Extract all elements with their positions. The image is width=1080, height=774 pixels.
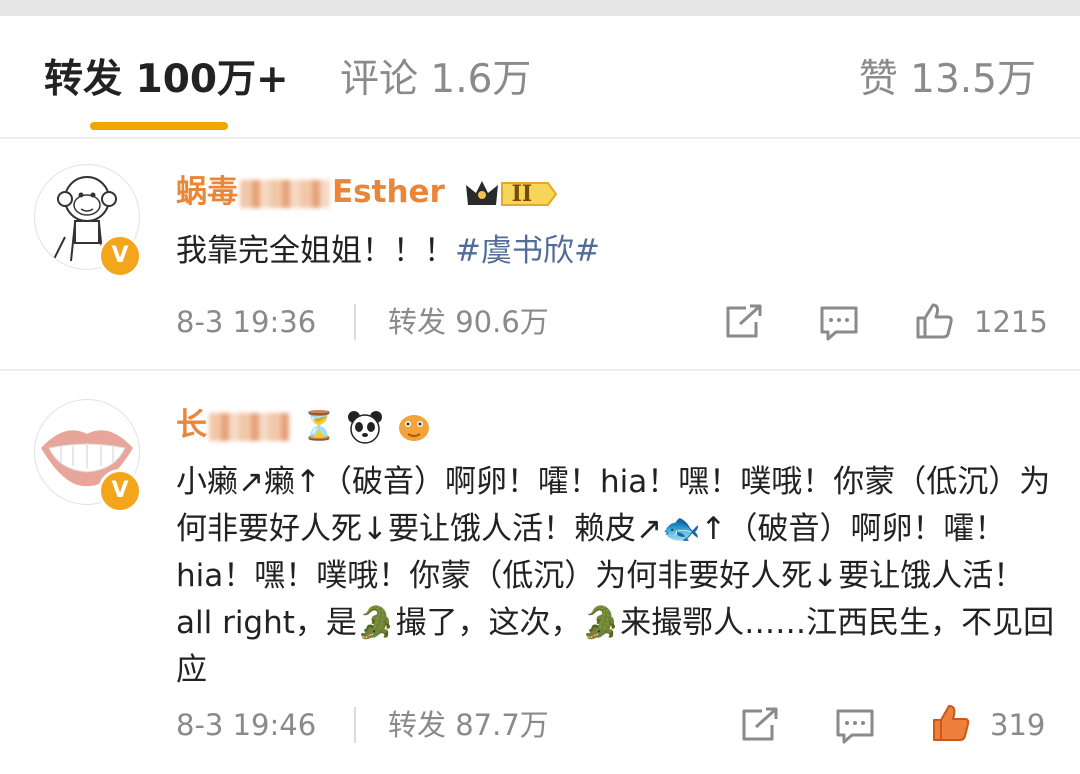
comment-item: V 长 ⏳ 小癞↗癞↑（破音）啊卵！嚯！hia！嘿！噗哦！你蒙（低沉）为何非要好… [0, 371, 1080, 774]
username-prefix: 长 [176, 407, 207, 443]
tab-repost[interactable]: 转发 100万+ [44, 56, 289, 104]
username[interactable]: 蜗毒 Esther II [176, 172, 558, 212]
verified-badge-icon: V [98, 469, 142, 513]
comment-body: 我靠完全姐姐！！！ [176, 233, 455, 269]
vip-level-text: II [511, 180, 533, 207]
share-icon[interactable] [740, 707, 780, 743]
verified-badge-icon: V [98, 234, 142, 278]
hashtag-link[interactable]: #虞书欣# [455, 233, 600, 269]
repost-count-link[interactable]: 转发 90.6万 [388, 302, 549, 342]
comment-text: 我靠完全姐姐！！！#虞书欣# [176, 228, 1056, 275]
meta-separator [354, 304, 356, 340]
username-prefix: 蜗毒 [176, 174, 238, 210]
comment-text: 小癞↗癞↑（破音）啊卵！嚯！hia！嘿！噗哦！你蒙（低沉）为何非要好人死↓要让饿… [176, 464, 1055, 688]
redacted-blur [240, 179, 330, 208]
meta-separator [354, 707, 356, 743]
comment-time: 8-3 19:36 [176, 305, 317, 339]
like-count: 319 [990, 708, 1046, 742]
share-icon[interactable] [724, 304, 764, 340]
comment-icon[interactable] [818, 304, 860, 342]
like-icon[interactable] [914, 302, 954, 340]
redacted-blur [209, 412, 289, 441]
crown-icon [465, 180, 557, 206]
tab-comment[interactable]: 评论 1.6万 [340, 56, 531, 104]
panda-icon [348, 410, 383, 444]
fish-icon [399, 414, 430, 441]
comment-icon[interactable] [834, 707, 876, 745]
hourglass-icon: ⏳ [301, 409, 337, 442]
top-strip [0, 0, 1080, 16]
comment-item: V 蜗毒 Esther II 我靠完全姐姐！！！#虞书欣# 8-3 19:36 转… [0, 138, 1080, 370]
tab-like[interactable]: 赞 13.5万 [859, 56, 1036, 104]
username-suffix: Esther [332, 174, 445, 210]
comment-time: 8-3 19:46 [176, 708, 317, 742]
like-count: 1215 [974, 305, 1048, 339]
username[interactable]: 长 ⏳ [176, 405, 432, 446]
active-tab-indicator [90, 122, 228, 130]
liked-icon[interactable] [930, 703, 970, 743]
repost-count-link[interactable]: 转发 87.7万 [388, 705, 549, 745]
tab-bar: 转发 100万+ 评论 1.6万 赞 13.5万 [0, 16, 1080, 138]
vip-level-badge[interactable]: II [462, 177, 558, 211]
